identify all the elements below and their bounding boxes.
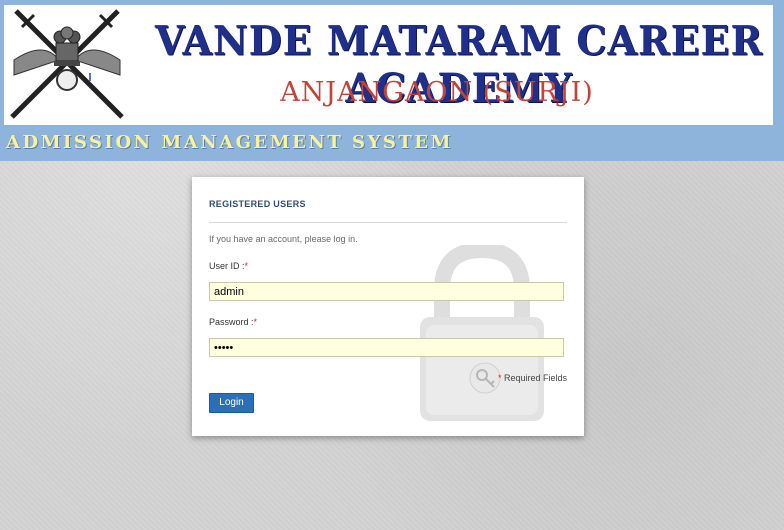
required-marker: * xyxy=(244,261,249,271)
required-marker: * xyxy=(253,317,258,327)
user-id-input[interactable] xyxy=(209,282,564,301)
login-button[interactable]: Login xyxy=(209,393,254,413)
key-icon xyxy=(469,362,501,394)
header-bar: VANDE MATARAM CAREER ACADEMY ANJANGAON (… xyxy=(0,0,784,161)
padlock-icon xyxy=(420,245,544,421)
login-intro-text: If you have an account, please log in. xyxy=(209,234,358,244)
password-input[interactable] xyxy=(209,338,564,357)
divider xyxy=(209,222,567,223)
required-fields-note: * Required Fields xyxy=(497,373,567,383)
password-label: Password :* xyxy=(209,317,258,327)
login-panel: REGISTERED USERS If you have an account,… xyxy=(192,177,584,436)
system-title: ADMISSION MANAGEMENT SYSTEM xyxy=(6,132,453,153)
academy-location: ANJANGAON (SURJI) xyxy=(280,77,594,108)
section-title: REGISTERED USERS xyxy=(209,199,306,209)
crossed-swords-lion-emblem-icon xyxy=(10,9,124,119)
user-id-label: User ID :* xyxy=(209,261,249,271)
academy-banner: VANDE MATARAM CAREER ACADEMY ANJANGAON (… xyxy=(4,5,773,125)
